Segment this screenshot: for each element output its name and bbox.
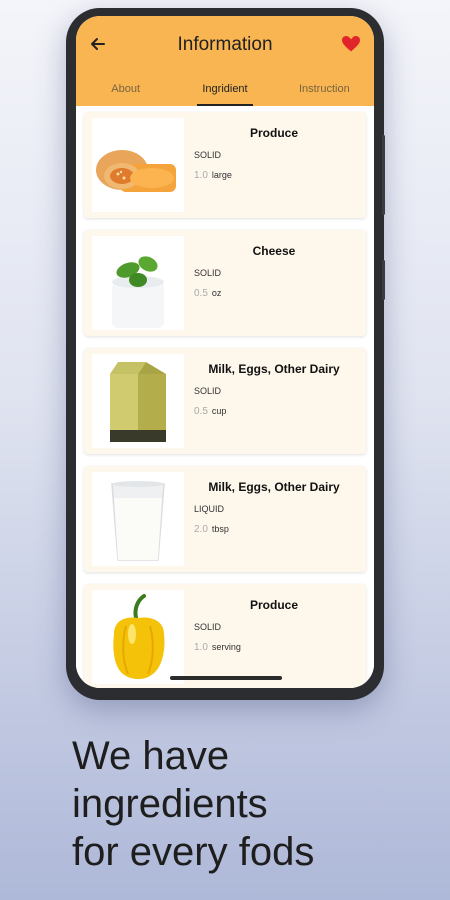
app-screen: Information About Ingridient Instruction	[76, 16, 374, 688]
ingredient-unit: tbsp	[211, 524, 229, 534]
milk-carton-image	[92, 354, 184, 448]
promo-tagline: We have ingredients for every fods	[72, 732, 432, 876]
ingredient-state: SOLID	[194, 386, 222, 396]
ingredient-unit: large	[211, 170, 232, 180]
ingredient-state: SOLID	[194, 268, 222, 278]
tab-instruction[interactable]: Instruction	[275, 78, 374, 106]
ingredient-state: LIQUID	[194, 504, 225, 514]
ingredient-card[interactable]: Milk, Eggs, Other Dairy LIQUID 2.0 tbsp	[84, 466, 366, 572]
ingredient-quantity: 2.0 tbsp	[194, 524, 229, 535]
ingredient-quantity: 1.0 large	[194, 170, 232, 181]
ingredient-card[interactable]: Produce SOLID 1.0 serving	[84, 584, 366, 688]
ingredient-card[interactable]: Produce SOLID 1.0 large	[84, 112, 366, 218]
ingredient-state: SOLID	[194, 622, 222, 632]
tagline-line: for every fods	[72, 830, 315, 874]
tab-bar: About Ingridient Instruction	[76, 78, 374, 106]
ingredient-card[interactable]: Cheese SOLID 0.5 oz	[84, 230, 366, 336]
yellow-bell-pepper-image	[92, 590, 184, 684]
ingredient-category: Produce	[249, 598, 298, 612]
ingredient-amount: 1.0	[194, 642, 208, 653]
ingredient-amount: 2.0	[194, 524, 208, 535]
ingredient-category: Milk, Eggs, Other Dairy	[208, 362, 340, 376]
ingredient-category: Milk, Eggs, Other Dairy	[208, 480, 340, 494]
ingredient-unit: oz	[211, 288, 222, 298]
glass-of-milk-image	[92, 472, 184, 566]
tagline-line: ingredients	[72, 782, 268, 826]
favorite-heart-icon[interactable]	[342, 36, 360, 52]
cheese-image	[92, 236, 184, 330]
phone-side-button	[382, 260, 385, 300]
ingredient-quantity: 1.0 serving	[194, 642, 241, 653]
tab-about[interactable]: About	[76, 78, 175, 106]
ingredient-category: Cheese	[252, 244, 296, 258]
app-bar: Information About Ingridient Instruction	[76, 16, 374, 106]
ingredient-quantity: 0.5 cup	[194, 406, 226, 417]
tagline-line: We have	[72, 734, 230, 778]
butternut-squash-image	[92, 118, 184, 212]
ingredient-category: Produce	[249, 126, 298, 140]
home-indicator[interactable]	[170, 676, 282, 680]
page-title: Information	[177, 34, 273, 55]
ingredient-card[interactable]: Milk, Eggs, Other Dairy SOLID 0.5 cup	[84, 348, 366, 454]
tab-ingredient[interactable]: Ingridient	[175, 78, 274, 106]
ingredient-unit: cup	[211, 406, 227, 416]
ingredient-list[interactable]: Produce SOLID 1.0 large Cheese SOLID 0.5 o…	[76, 106, 374, 688]
ingredient-state: SOLID	[194, 150, 222, 160]
ingredient-amount: 0.5	[194, 288, 208, 299]
ingredient-amount: 1.0	[194, 170, 208, 181]
ingredient-unit: serving	[211, 642, 241, 652]
ingredient-amount: 0.5	[194, 406, 208, 417]
phone-side-button	[382, 135, 385, 215]
ingredient-quantity: 0.5 oz	[194, 288, 221, 299]
